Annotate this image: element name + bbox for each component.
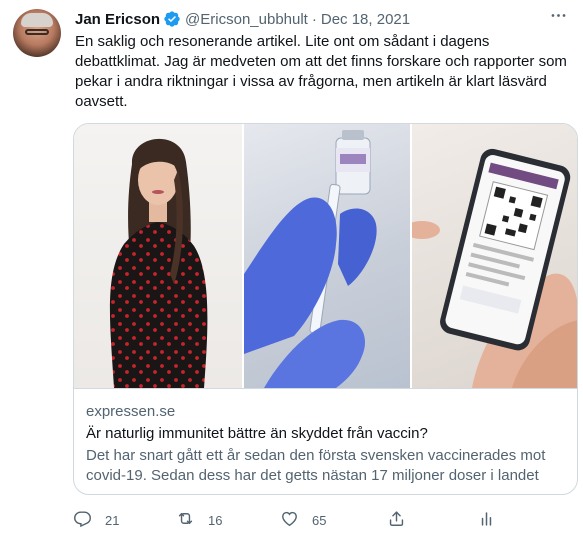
retweet-button[interactable]: 16: [176, 508, 222, 532]
author-name[interactable]: Jan Ericson: [75, 11, 160, 28]
card-image[interactable]: [74, 124, 577, 388]
share-icon: [387, 509, 406, 531]
reply-count: 21: [105, 512, 120, 528]
card-body[interactable]: expressen.se Är naturlig immunitet bättr…: [74, 388, 577, 494]
verified-badge-icon: [163, 10, 181, 28]
tweet-date[interactable]: Dec 18, 2021: [321, 11, 410, 28]
reply-button[interactable]: 21: [73, 508, 119, 532]
more-icon[interactable]: [547, 5, 569, 25]
avatar-hair: [21, 13, 53, 27]
tweet-text: En saklig och resonerande artikel. Lite …: [75, 33, 567, 110]
analytics-button[interactable]: [477, 508, 496, 532]
card-image-portrait: [74, 124, 242, 388]
reply-icon: [73, 509, 92, 531]
card-headline: Är naturlig immunitet bättre än skyddet …: [86, 425, 428, 442]
analytics-icon: [477, 509, 496, 531]
avatar-glasses: [25, 29, 49, 35]
link-card[interactable]: expressen.se Är naturlig immunitet bättr…: [73, 123, 578, 495]
share-button[interactable]: [387, 508, 406, 532]
card-description: Det har snart gått ett år sedan den förs…: [86, 447, 546, 484]
header-separator: ·: [311, 10, 317, 28]
tweet-actions: 21 16 65: [73, 508, 503, 532]
retweet-count: 16: [208, 512, 223, 528]
tweet-header: Jan Ericson @Ericson_ubbhult · Dec 18, 2…: [75, 9, 410, 29]
like-count: 65: [312, 512, 327, 528]
author-handle[interactable]: @Ericson_ubbhult: [185, 11, 308, 28]
card-domain: expressen.se: [86, 403, 176, 420]
like-button[interactable]: 65: [280, 508, 326, 532]
avatar[interactable]: [13, 9, 61, 57]
tweet[interactable]: Jan Ericson @Ericson_ubbhult · Dec 18, 2…: [0, 0, 583, 541]
card-image-vaccine: [242, 124, 410, 388]
heart-icon: [280, 509, 299, 531]
retweet-icon: [176, 509, 195, 531]
card-image-phone: [410, 124, 577, 388]
